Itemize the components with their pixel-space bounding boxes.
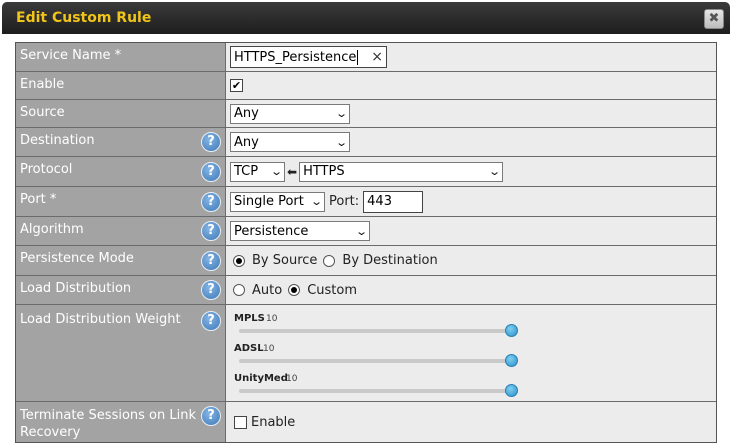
dialog-titlebar: Edit Custom Rule ✖ [2,2,730,34]
destination-label: Destination ? [16,128,226,156]
help-icon[interactable]: ? [201,311,221,331]
auto-radio[interactable] [233,284,245,296]
arrow-left-icon: ⬅ [287,164,298,179]
port-mode-select[interactable]: Single Port ⌄ [230,191,325,212]
slider-track[interactable] [239,359,511,363]
row-protocol: Protocol ? TCP ⌄ ⬅ HTTPS ⌄ [16,156,716,186]
help-icon[interactable]: ? [201,191,221,212]
service-name-input[interactable]: HTTPS_Persistence × [230,46,387,68]
algorithm-label: Algorithm ? [16,217,226,245]
rule-form: Service Name * HTTPS_Persistence × Enabl… [15,42,717,443]
chevron-down-icon: ⌄ [354,224,368,238]
slider-handle[interactable] [504,354,518,367]
chevron-down-icon: ⌄ [269,165,283,178]
by-destination-label: By Destination [342,253,438,268]
protocol-select[interactable]: TCP ⌄ [230,161,285,182]
persistence-mode-label: Persistence Mode ? [16,246,226,275]
help-icon[interactable]: ? [201,132,221,152]
help-icon[interactable]: ? [201,250,221,271]
dialog-title: Edit Custom Rule [16,10,152,26]
custom-label: Custom [307,282,357,298]
row-port: Port * ? Single Port ⌄ Port: 443 [16,186,716,216]
help-icon[interactable]: ? [201,406,221,426]
close-icon: ✖ [708,11,720,26]
port-input[interactable]: 443 [363,190,424,213]
slider-adsl: ADSL 10 [230,341,520,371]
row-service-name: Service Name * HTTPS_Persistence × [16,43,716,71]
port-field-label: Port: [329,194,360,209]
row-load-distribution: Load Distribution ? Auto Custom [16,275,716,304]
by-source-radio[interactable] [233,254,245,267]
custom-radio[interactable] [288,284,301,296]
source-select[interactable]: Any ⌄ [230,103,350,124]
port-label: Port * ? [16,187,226,216]
slider-handle[interactable] [504,384,518,397]
protocol-label: Protocol ? [16,157,226,186]
slider-track[interactable] [239,329,511,333]
row-enable: Enable ✔ [16,71,716,99]
slider-unitymed: UnityMed 10 [230,371,520,401]
slider-mpls: MPLS 10 [230,311,520,341]
slider-track[interactable] [239,389,511,393]
row-load-distribution-weight: Load Distribution Weight ? MPLS 10 ADSL … [16,304,716,401]
source-label: Source [16,100,226,127]
enable-checkbox[interactable]: ✔ [230,79,243,92]
load-distribution-weight-label: Load Distribution Weight ? [16,305,226,401]
auto-label: Auto [252,282,283,298]
protocol-preset-select[interactable]: HTTPS ⌄ [299,161,504,182]
clear-icon[interactable]: × [371,49,383,65]
terminate-sessions-checkbox[interactable] [234,415,247,429]
weight-sliders: MPLS 10 ADSL 10 UnityMed 10 [226,305,716,401]
row-destination: Destination ? Any ⌄ [16,127,716,156]
row-terminate-sessions: Terminate Sessions on Link Recovery ? En… [16,401,716,442]
help-icon[interactable]: ? [201,161,221,182]
terminate-sessions-label: Terminate Sessions on Link Recovery ? [16,402,226,442]
by-source-label: By Source [252,253,318,268]
service-name-label: Service Name * [16,43,226,71]
chevron-down-icon: ⌄ [309,195,323,208]
help-icon[interactable]: ? [201,280,221,300]
chevron-down-icon: ⌄ [334,135,348,149]
enable-label: Enable [16,72,226,99]
close-button[interactable]: ✖ [704,9,724,29]
row-persistence-mode: Persistence Mode ? By Source By Destinat… [16,245,716,275]
load-distribution-label: Load Distribution ? [16,276,226,304]
row-algorithm: Algorithm ? Persistence ⌄ [16,216,716,245]
slider-handle[interactable] [504,324,518,337]
chevron-down-icon: ⌄ [334,107,348,120]
destination-select[interactable]: Any ⌄ [230,132,350,152]
help-icon[interactable]: ? [201,221,221,241]
row-source: Source Any ⌄ [16,99,716,127]
terminate-sessions-enable-label: Enable [251,414,296,430]
algorithm-select[interactable]: Persistence ⌄ [230,221,370,241]
by-destination-radio[interactable] [323,254,336,267]
chevron-down-icon: ⌄ [488,165,501,178]
